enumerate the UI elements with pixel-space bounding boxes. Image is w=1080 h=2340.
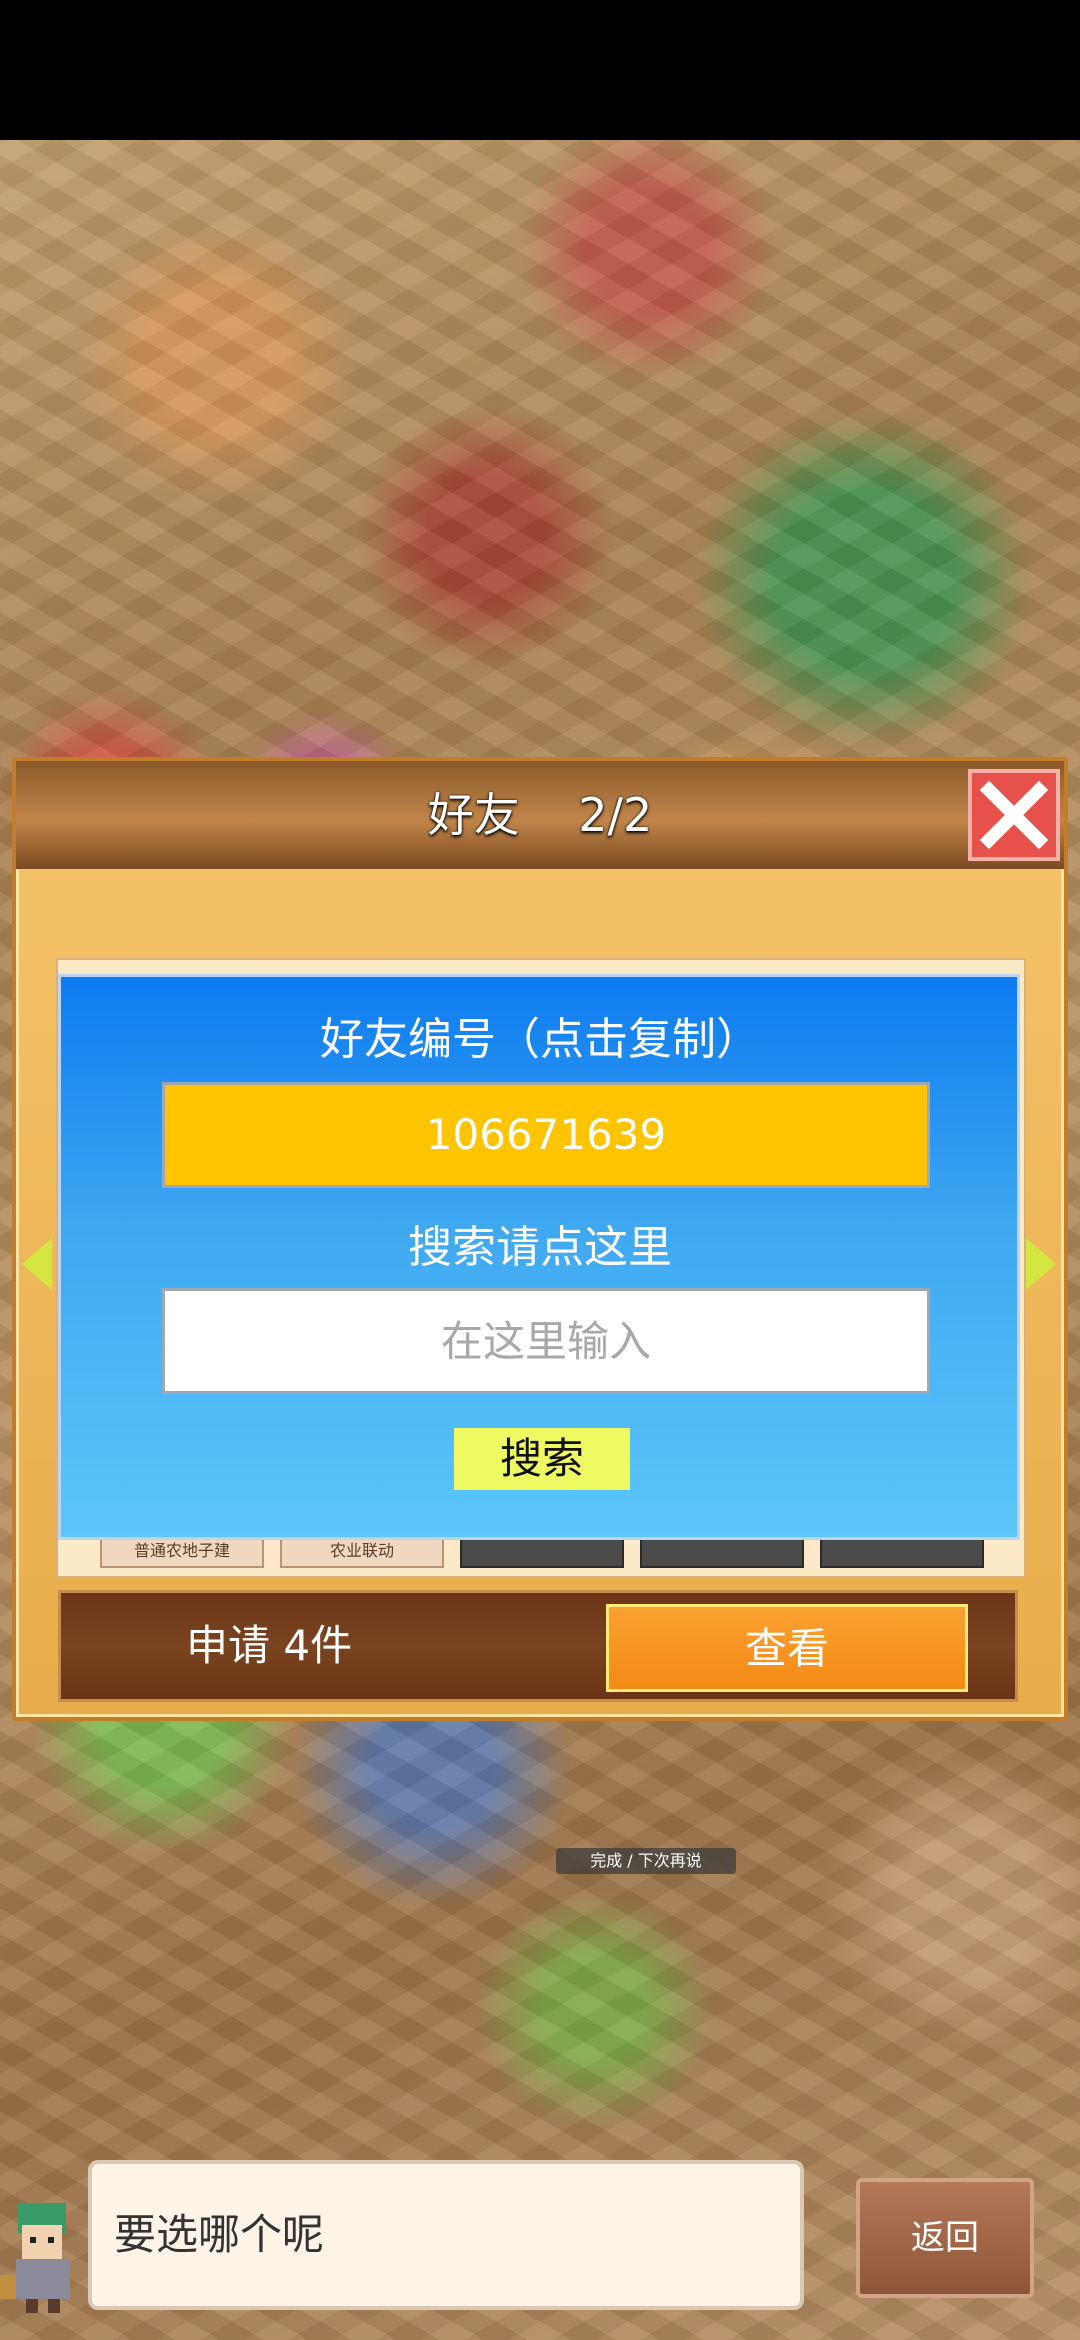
speech-text: 要选哪个呢 bbox=[114, 2210, 325, 2259]
panel-title-text: 好友 bbox=[427, 788, 520, 842]
background-hint-label: 完成 / 下次再说 bbox=[556, 1848, 736, 1874]
close-button[interactable] bbox=[968, 769, 1060, 861]
friend-id-label: 好友编号（点击复制） bbox=[320, 1014, 760, 1065]
search-input[interactable] bbox=[162, 1288, 930, 1394]
friend-id-copy-button[interactable]: 106671639 bbox=[162, 1082, 930, 1188]
search-label: 搜索请点这里 bbox=[408, 1222, 672, 1273]
character-avatar bbox=[0, 2203, 70, 2313]
request-count-label: 申请 4件 bbox=[186, 1621, 353, 1670]
search-button[interactable]: 搜索 bbox=[454, 1428, 630, 1490]
panel-title: 好友 2/2 bbox=[16, 761, 1064, 869]
back-button[interactable]: 返回 bbox=[856, 2178, 1034, 2298]
view-requests-button[interactable]: 查看 bbox=[606, 1604, 968, 1692]
close-icon bbox=[979, 780, 1049, 850]
page-indicator: 2/2 bbox=[578, 788, 653, 842]
